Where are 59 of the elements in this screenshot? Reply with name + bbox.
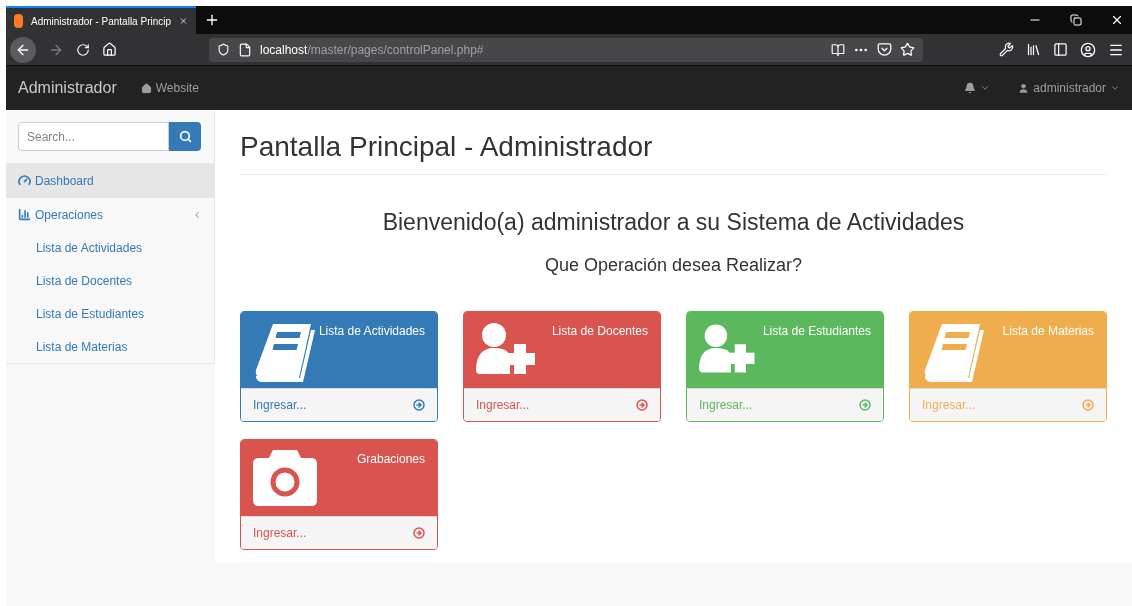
enter-link[interactable]: Ingresar...: [241, 387, 437, 421]
address-bar[interactable]: localhost/master/pages/controlPanel.php#: [209, 37, 923, 62]
user-icon: [1018, 82, 1030, 94]
question-heading: Que Operación desea Realizar?: [543, 253, 804, 277]
search-field[interactable]: Search...: [18, 122, 169, 151]
home-icon: [140, 82, 152, 94]
sidebar-subitem[interactable]: Lista de Actividades: [6, 231, 214, 264]
reader-icon[interactable]: [831, 42, 845, 57]
sidebar-icon[interactable]: [1053, 42, 1068, 57]
home-icon[interactable]: [102, 42, 117, 57]
book-icon: [253, 321, 317, 384]
search-button[interactable]: [169, 122, 201, 151]
card-title: Grabaciones: [356, 450, 425, 468]
restore-icon[interactable]: [1070, 14, 1082, 26]
caret-icon: [1110, 83, 1120, 93]
reload-icon[interactable]: [76, 42, 90, 57]
pocket-icon[interactable]: [877, 42, 892, 57]
sidebar-subitem[interactable]: Lista de Docentes: [6, 264, 214, 297]
welcome-heading: Bienvenido(a) administrador a su Sistema de Actividades: [381, 208, 966, 237]
arrow-circle-icon: [1082, 398, 1094, 411]
shield-icon: [217, 43, 230, 56]
page-title: Pantalla Principal - Administrador: [240, 126, 1107, 175]
card-title: Lista de Actividades: [318, 322, 425, 340]
website-link[interactable]: Website: [140, 79, 199, 97]
sidebar-subitem[interactable]: Lista de Estudiantes: [6, 297, 214, 330]
new-tab-icon[interactable]: [204, 12, 220, 28]
notifications-button[interactable]: [964, 82, 991, 94]
card-title: Lista de Docentes: [551, 322, 648, 340]
close-window-icon[interactable]: [1110, 13, 1124, 27]
sidebar-item[interactable]: Dashboard: [6, 164, 214, 197]
account-icon[interactable]: [1080, 41, 1096, 58]
back-button[interactable]: [10, 36, 36, 63]
site-icon: [14, 14, 23, 28]
search-icon: [178, 130, 192, 143]
library-icon[interactable]: [1026, 42, 1041, 57]
wrench-icon[interactable]: [999, 42, 1014, 57]
arrow-circle-icon: [413, 398, 425, 411]
card-title: Lista de Estudiantes: [762, 322, 871, 340]
user-menu-button[interactable]: administrador: [1018, 79, 1120, 97]
camera-icon: [253, 449, 317, 506]
bar-chart-icon: [18, 208, 31, 221]
card-title: Lista de Materias: [1002, 322, 1094, 340]
arrow-circle-icon: [859, 398, 871, 411]
enter-link[interactable]: Ingresar...: [464, 387, 660, 421]
dashboard-icon: [18, 174, 31, 187]
enter-link[interactable]: Ingresar...: [687, 387, 883, 421]
brand-title[interactable]: Administrador: [18, 76, 117, 100]
tab-title: Administrador - Pantalla Princip: [30, 14, 172, 29]
page-icon: [238, 42, 252, 57]
url-text: localhost/master/pages/controlPanel.php#: [260, 41, 484, 59]
sidebar-subitem[interactable]: Lista de Materias: [6, 330, 214, 363]
star-icon[interactable]: [900, 42, 915, 57]
arrow-circle-icon: [636, 398, 648, 411]
book-icon: [922, 321, 986, 384]
browser-tab[interactable]: Administrador - Pantalla Princip: [6, 6, 196, 34]
bell-icon: [964, 82, 977, 94]
enter-link[interactable]: Ingresar...: [241, 515, 437, 549]
caret-icon: [980, 83, 991, 93]
arrow-circle-icon: [413, 526, 425, 539]
